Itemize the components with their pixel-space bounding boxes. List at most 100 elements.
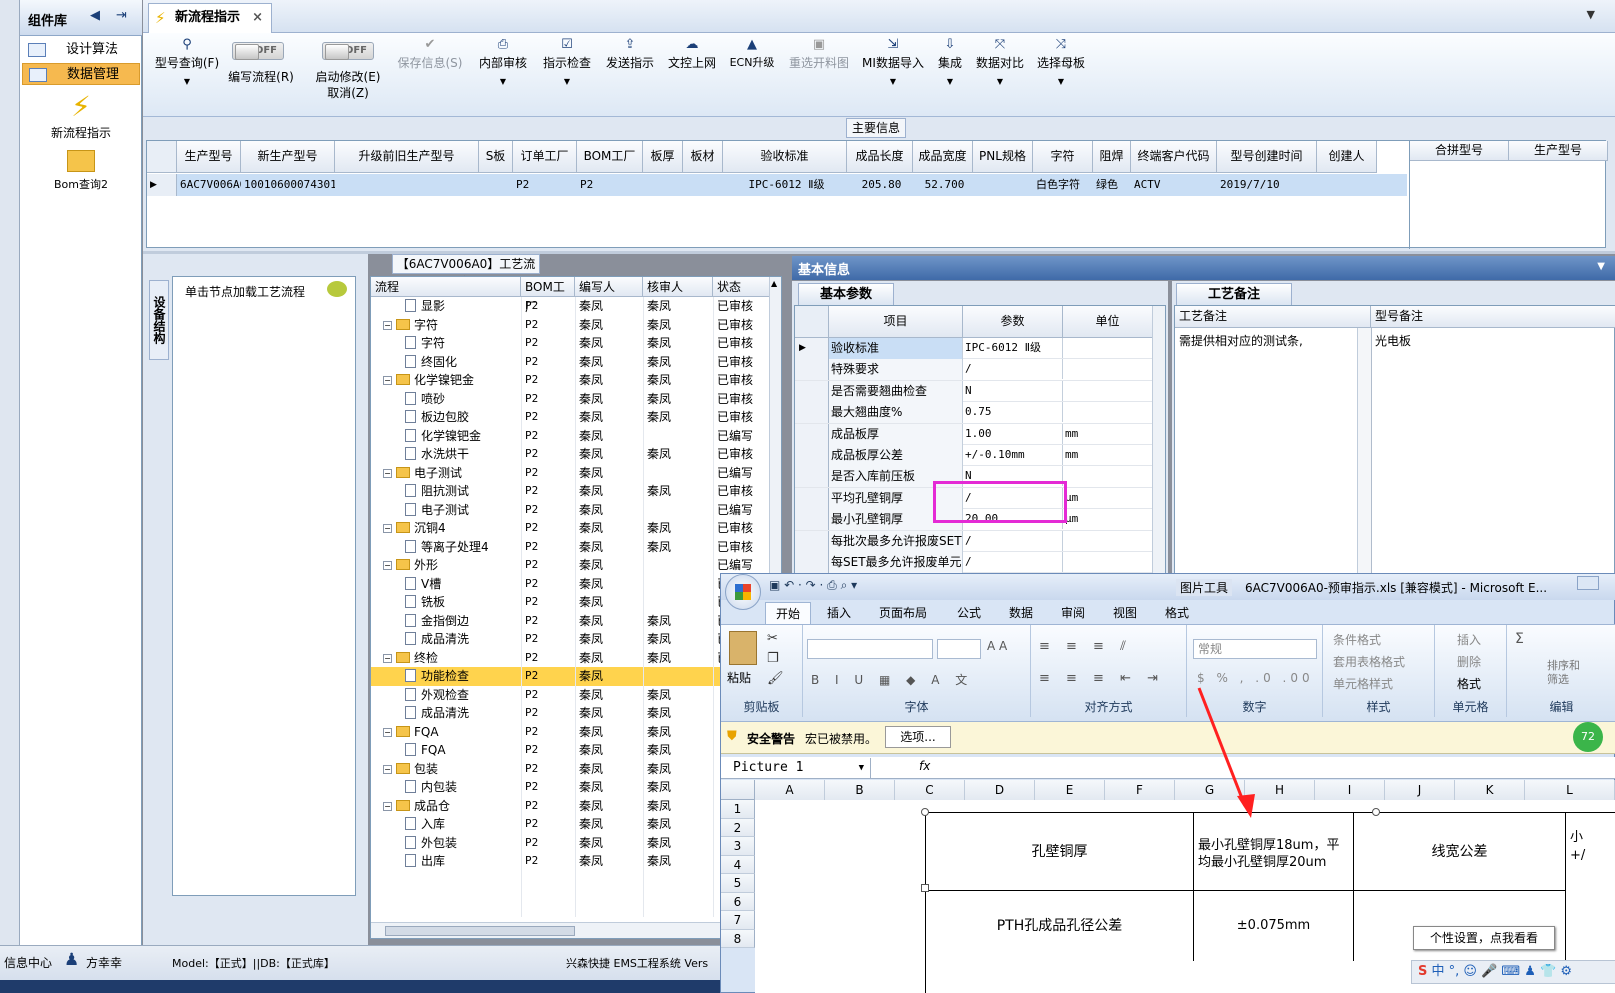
column-header[interactable]: BOM工厂 [521, 277, 575, 314]
row-header[interactable]: 4 [721, 855, 755, 874]
column-header[interactable]: C [895, 780, 965, 800]
tree-row[interactable]: − 字符 P2 秦凤 秦凤 已审核 [371, 316, 771, 335]
resize-handle[interactable] [1372, 808, 1380, 816]
tree-row[interactable]: − 电子测试 P2 秦凤 已编写 [371, 464, 771, 483]
tree-row[interactable]: 显影 P2 秦凤 秦凤 已审核 [371, 297, 771, 316]
column-header[interactable]: A [755, 780, 825, 800]
chevron-left-icon[interactable]: ◀ [90, 8, 100, 23]
collapse-icon[interactable]: − [383, 376, 392, 385]
options-button[interactable]: 选项... [885, 726, 951, 748]
ribbon-tab[interactable]: 审阅 [1051, 602, 1095, 624]
column-header[interactable]: 成品宽度 [913, 141, 973, 173]
tree-row[interactable]: 终固化 P2 秦凤 秦凤 已审核 [371, 353, 771, 372]
param-value[interactable]: / [963, 359, 1063, 380]
resize-handle[interactable] [921, 808, 929, 816]
row-header[interactable]: 1 [721, 800, 755, 819]
row-header[interactable]: 8 [721, 929, 755, 948]
column-header[interactable]: L [1525, 780, 1615, 800]
table-row[interactable]: 成品板厚 1.00 mm [795, 423, 1153, 445]
tab-new-flow[interactable]: ⚡ 新流程指示 × [148, 3, 272, 33]
cancel-label[interactable]: 取消(Z) [312, 84, 384, 101]
column-header[interactable]: S板 [479, 141, 513, 173]
status-badge[interactable]: 72 [1573, 722, 1603, 752]
table-row[interactable]: 特殊要求 / [795, 359, 1153, 381]
tree-row[interactable]: 阻抗测试 P2 秦凤 秦凤 已审核 [371, 482, 771, 501]
integrate-button[interactable]: ⇩ 集成 ▼ [932, 36, 968, 86]
send-instruction-button[interactable]: ⇪ 发送指示 [600, 36, 660, 71]
name-box[interactable]: Picture 1 ▼ [721, 758, 871, 778]
column-header[interactable]: 创建人 [1317, 141, 1377, 173]
ribbon-tab[interactable]: 格式 [1155, 602, 1199, 624]
tree-row[interactable]: 喷砂 P2 秦凤 秦凤 已审核 [371, 390, 771, 409]
tree-row[interactable]: −终检P2秦凤秦凤已审核 [371, 649, 771, 668]
sidebar-item-design[interactable]: 设计算法 [22, 39, 140, 61]
number-format-select[interactable]: 常规 [1193, 639, 1317, 659]
tree-row[interactable]: 铣板P2秦凤已编写 [371, 593, 771, 612]
tree-row[interactable]: − 外形 P2 秦凤 已编写 [371, 556, 771, 575]
cell-styles-button[interactable]: 单元格样式 [1333, 675, 1393, 692]
column-header[interactable]: 核审人 [643, 277, 713, 297]
tree-row[interactable]: 功能检查 P2 秦凤 [371, 667, 771, 686]
table-row[interactable]: 每批次最多允许报废SET / [795, 530, 1153, 552]
instruction-check-button[interactable]: ☑ 指示检查 ▼ [536, 36, 598, 86]
collapse-icon[interactable]: − [383, 764, 392, 774]
align-top-icons[interactable]: ≡ ≡ ≡ ⫽ [1039, 639, 1132, 654]
resize-handle[interactable] [921, 884, 929, 892]
column-header[interactable]: F [1105, 780, 1175, 800]
new-flow-shortcut[interactable]: ⚡ 新流程指示 [22, 90, 140, 141]
tree-row[interactable]: 板边包胶 P2 秦凤 秦凤 已审核 [371, 408, 771, 427]
table-row[interactable]: ▶ 验收标准 IPC-6012 Ⅱ级 [795, 338, 1153, 360]
tree-row[interactable]: 入库 P2 秦凤 秦凤 [371, 815, 771, 834]
table-format-button[interactable]: 套用表格格式 [1333, 653, 1405, 670]
format-painter-icon[interactable]: 🖌 [767, 671, 784, 686]
insert-cells-button[interactable]: 插入 [1457, 631, 1481, 648]
vertical-scrollbar[interactable] [1357, 328, 1371, 582]
param-value[interactable]: 0.75 [963, 402, 1063, 423]
ribbon-tab[interactable]: 插入 [817, 602, 861, 624]
column-header[interactable]: K [1455, 780, 1525, 800]
paste-button[interactable]: 粘贴 [727, 669, 751, 686]
tab-device-structure[interactable]: 设备结构 [149, 280, 169, 360]
data-compare-button[interactable]: ⤧ 数据对比 ▼ [972, 36, 1028, 86]
column-header[interactable]: D [965, 780, 1035, 800]
tree-row[interactable]: 内包装 P2 秦凤 秦凤 [371, 778, 771, 797]
table-row[interactable]: ▶ 6AC7V006A0 10010600074301 P2 P2 IPC-6012 Ⅱ级… [147, 174, 1407, 196]
tree-row[interactable]: − FQA P2 秦凤 秦凤 [371, 723, 771, 742]
table-row[interactable]: 是否需要翘曲检查 N [795, 380, 1153, 403]
tree-row[interactable]: 金指倒边P2秦凤秦凤已审核 [371, 612, 771, 631]
start-modify-toggle[interactable]: OFF [322, 42, 374, 60]
process-note-text[interactable]: 需提供相对应的测试条, [1179, 332, 1303, 349]
column-header[interactable]: 板材 [683, 141, 723, 173]
chevron-down-icon[interactable]: ▼ [1587, 8, 1595, 21]
column-header[interactable]: 状态 [713, 277, 771, 297]
info-center[interactable]: 信息中心 [4, 954, 52, 971]
bom-query-shortcut[interactable]: Bom查询2 [22, 148, 140, 192]
vertical-scrollbar[interactable] [1152, 306, 1165, 580]
table-row[interactable]: 每SET最多允许报废单元 / [795, 552, 1153, 574]
tree-row[interactable]: − 沉铜4 P2 秦凤 秦凤 已审核 [371, 519, 771, 538]
tree-row[interactable]: 外观检查 P2 秦凤 秦凤 [371, 686, 771, 705]
column-header[interactable]: 成品长度 [847, 141, 913, 173]
tree-row[interactable]: 外包装 P2 秦凤 秦凤 [371, 834, 771, 853]
grow-font-icon[interactable]: A A [987, 639, 1007, 653]
column-header[interactable]: 生产型号 [177, 141, 241, 173]
tree-row[interactable]: 电子测试 P2 秦凤 已编写 [371, 501, 771, 520]
row-header[interactable]: 2 [721, 818, 755, 837]
tab-process-note[interactable]: 工艺备注 [1176, 283, 1292, 305]
sort-filter-button[interactable]: 排序和筛选 [1547, 659, 1583, 687]
font-size-select[interactable] [937, 639, 981, 659]
column-header[interactable]: 型号创建时间 [1217, 141, 1317, 173]
table-row[interactable]: 成品板厚公差 +/-0.10mm mm [795, 445, 1153, 467]
tree-row[interactable]: 成品清洗 P2 秦凤 秦凤 [371, 704, 771, 723]
minimize-button[interactable] [1577, 576, 1599, 590]
column-header[interactable]: 编写人 [575, 277, 643, 297]
tree-row[interactable]: − 成品仓 P2 秦凤 秦凤 [371, 797, 771, 816]
font-name-select[interactable] [807, 639, 933, 659]
param-value[interactable]: N [963, 380, 1063, 401]
column-header[interactable]: I [1315, 780, 1385, 800]
ribbon-tab[interactable]: 视图 [1103, 602, 1147, 624]
collapse-icon[interactable]: − [383, 653, 392, 663]
align-left-icons[interactable]: ≡ ≡ ≡ ⇤ ⇥ [1039, 671, 1164, 686]
pin-icon[interactable]: ⇥ [116, 8, 127, 23]
sidebar-item-data-management[interactable]: 数据管理 [22, 63, 140, 85]
